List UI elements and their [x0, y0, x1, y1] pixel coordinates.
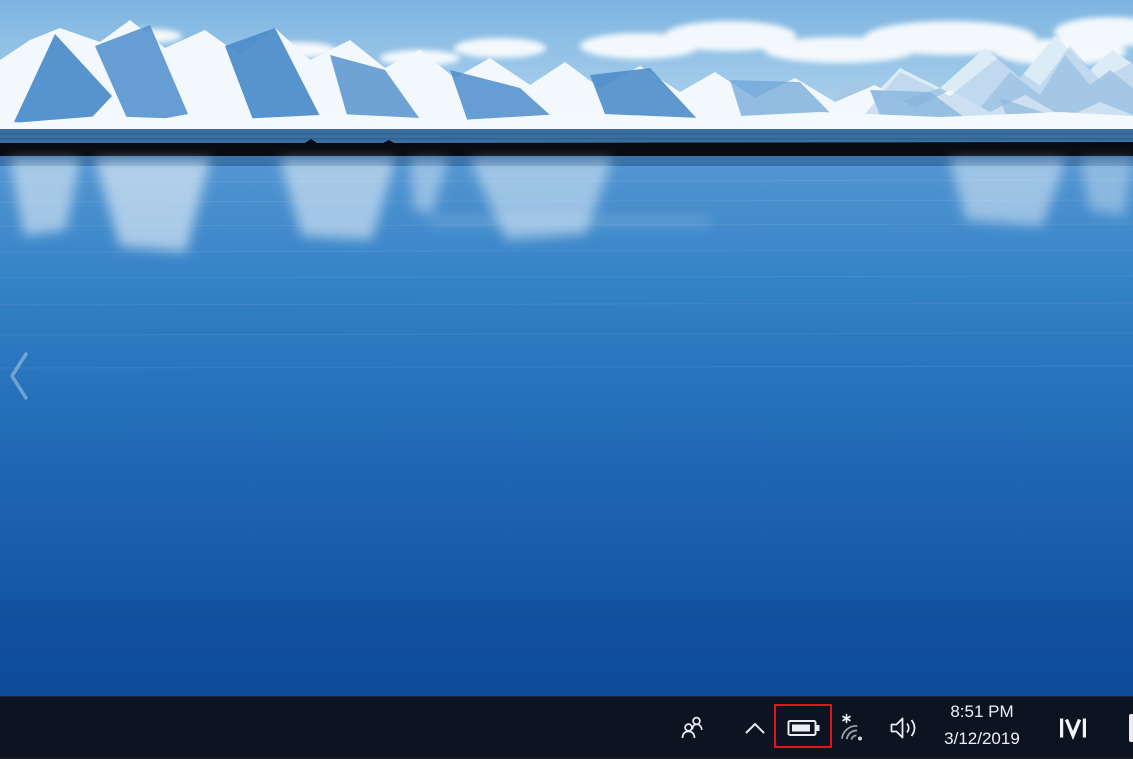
- desktop-screen: 8:51 PM 3/12/2019: [0, 0, 1133, 759]
- m-badge-icon: [1057, 716, 1089, 740]
- taskbar-clock[interactable]: 8:51 PM 3/12/2019: [930, 697, 1034, 759]
- m-badge-tray-button[interactable]: [1056, 716, 1090, 740]
- people-tray-button[interactable]: [678, 714, 708, 742]
- battery-icon: [787, 718, 821, 738]
- taskbar: 8:51 PM 3/12/2019: [0, 696, 1133, 759]
- desktop-wallpaper: [0, 0, 1133, 759]
- battery-tray-button[interactable]: [787, 718, 821, 738]
- clock-date: 3/12/2019: [930, 729, 1034, 748]
- wifi-not-connected-asterisk-icon: [840, 713, 872, 742]
- wallpaper-scenery: [0, 0, 1133, 759]
- clock-time: 8:51 PM: [930, 702, 1034, 721]
- clipped-edge-icon[interactable]: [1129, 714, 1133, 742]
- volume-tray-button[interactable]: [887, 714, 921, 742]
- wifi-tray-button[interactable]: [840, 713, 872, 742]
- volume-speaker-icon: [889, 714, 919, 742]
- chevron-up-icon: [743, 721, 767, 735]
- show-hidden-icons-button[interactable]: [742, 720, 768, 736]
- people-icon: [679, 714, 707, 742]
